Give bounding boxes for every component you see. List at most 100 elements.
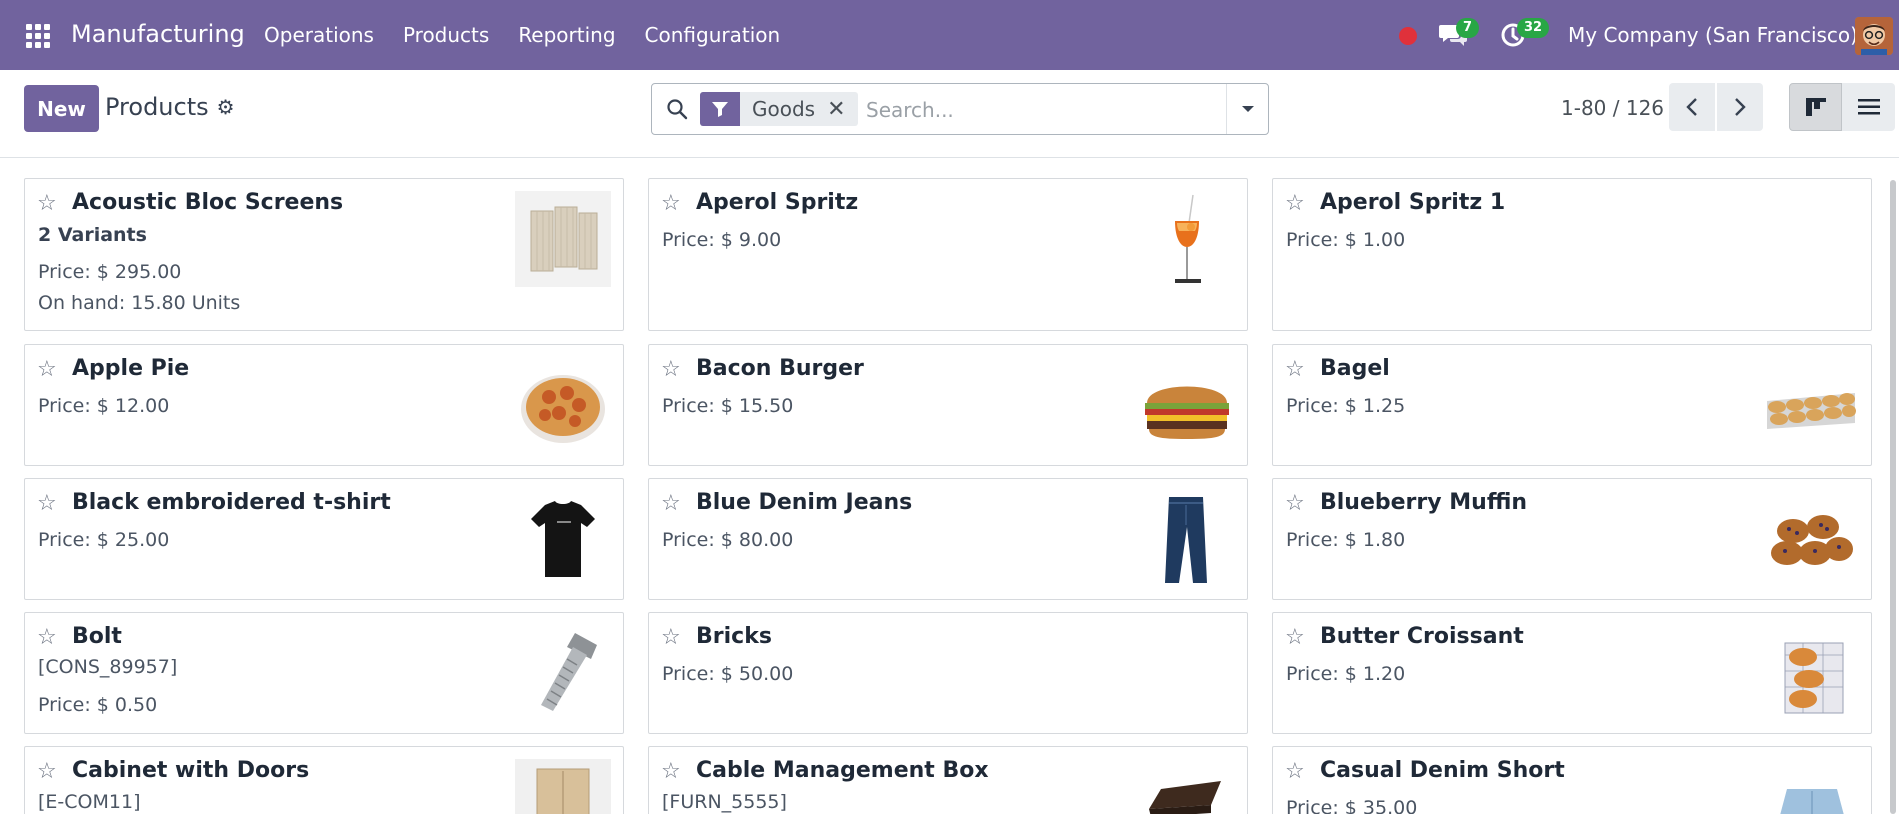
product-price: Price: $ 0.50 — [38, 694, 158, 716]
search-input[interactable] — [866, 94, 1226, 126]
bagel-tray-image — [1767, 393, 1856, 429]
product-card[interactable]: ☆ Acoustic Bloc Screens 2 Variants Price… — [24, 178, 624, 331]
search-options-toggle[interactable] — [1226, 84, 1268, 134]
product-card[interactable]: ☆ Bacon Burger Price: $ 15.50 — [648, 344, 1248, 466]
product-name: Aperol Spritz 1 — [1320, 190, 1506, 215]
menu-operations[interactable]: Operations — [264, 23, 374, 47]
acoustic-screen-image — [515, 191, 611, 287]
star-icon[interactable]: ☆ — [661, 491, 681, 516]
star-icon[interactable]: ☆ — [661, 625, 681, 650]
kanban-icon — [1805, 98, 1826, 116]
main-menu: Operations Products Reporting Configurat… — [264, 23, 809, 47]
menu-products[interactable]: Products — [403, 23, 489, 47]
gear-icon[interactable]: ⚙ — [217, 95, 235, 119]
filter-icon — [700, 92, 740, 126]
app-name[interactable]: Manufacturing — [71, 20, 245, 48]
product-variants: 2 Variants — [38, 224, 147, 246]
facet-label: Goods — [752, 97, 816, 121]
record-indicator-icon[interactable] — [1399, 27, 1417, 45]
product-name: Cabinet with Doors — [72, 758, 310, 783]
apple-pie-image — [521, 375, 605, 443]
product-card[interactable]: ☆ Aperol Spritz Price: $ 9.00 — [648, 178, 1248, 331]
chevron-left-icon — [1686, 98, 1697, 116]
list-icon — [1857, 99, 1880, 115]
remove-facet-icon[interactable]: ✕ — [827, 92, 857, 126]
star-icon[interactable]: ☆ — [1285, 625, 1305, 650]
page-title: Products — [105, 93, 209, 121]
muffin-image — [1771, 515, 1853, 565]
product-name: Bagel — [1320, 356, 1390, 381]
product-card[interactable]: ☆ Apple Pie Price: $ 12.00 — [24, 344, 624, 466]
star-icon[interactable]: ☆ — [1285, 491, 1305, 516]
pager-previous-button[interactable] — [1669, 83, 1715, 131]
star-icon[interactable]: ☆ — [661, 357, 681, 382]
user-avatar[interactable] — [1855, 17, 1893, 55]
product-price: Price: $ 9.00 — [662, 229, 782, 251]
product-name: Blueberry Muffin — [1320, 490, 1528, 515]
product-reference: [CONS_89957] — [38, 656, 178, 678]
bolt-image — [541, 633, 597, 711]
product-price: Price: $ 295.00 — [38, 261, 182, 283]
product-price: Price: $ 1.25 — [1286, 395, 1406, 417]
aperol-glass-image — [1175, 194, 1201, 283]
product-card[interactable]: ☆ Cabinet with Doors [E-COM11] — [24, 746, 624, 814]
pager-next-button[interactable] — [1717, 83, 1763, 131]
new-button[interactable]: New — [24, 85, 99, 132]
star-icon[interactable]: ☆ — [37, 357, 57, 382]
product-name: Blue Denim Jeans — [696, 490, 913, 515]
star-icon[interactable]: ☆ — [661, 191, 681, 216]
star-icon[interactable]: ☆ — [1285, 191, 1305, 216]
product-price: Price: $ 25.00 — [38, 529, 170, 551]
star-icon[interactable]: ☆ — [37, 491, 57, 516]
product-card[interactable]: ☆ Casual Denim Short Price: $ 35.00 — [1272, 746, 1872, 814]
chat-count-badge: 7 — [1456, 18, 1480, 38]
menu-reporting[interactable]: Reporting — [518, 23, 615, 47]
search-bar: Goods ✕ — [651, 83, 1269, 135]
product-price: Price: $ 35.00 — [1286, 797, 1418, 814]
product-card[interactable]: ☆ Blue Denim Jeans Price: $ 80.00 — [648, 478, 1248, 600]
star-icon[interactable]: ☆ — [1285, 759, 1305, 784]
star-icon[interactable]: ☆ — [661, 759, 681, 784]
list-view-button[interactable] — [1842, 83, 1895, 131]
denim-short-image — [1780, 789, 1844, 814]
product-card[interactable]: ☆ Bagel Price: $ 1.25 — [1272, 344, 1872, 466]
product-price: Price: $ 15.50 — [662, 395, 794, 417]
search-icon[interactable] — [666, 98, 688, 120]
product-card[interactable]: ☆ Bolt [CONS_89957] Price: $ 0.50 — [24, 612, 624, 734]
kanban-view-button[interactable] — [1789, 83, 1842, 131]
product-name: Bolt — [72, 624, 122, 649]
star-icon[interactable]: ☆ — [37, 191, 57, 216]
product-name: Bricks — [696, 624, 772, 649]
product-card[interactable]: ☆ Butter Croissant Price: $ 1.20 — [1272, 612, 1872, 734]
star-icon[interactable]: ☆ — [1285, 357, 1305, 382]
pager-value[interactable]: 1-80 / 126 — [1561, 96, 1664, 120]
menu-configuration[interactable]: Configuration — [645, 23, 781, 47]
product-price: Price: $ 12.00 — [38, 395, 170, 417]
product-onhand: On hand: 15.80 Units — [38, 292, 241, 314]
kanban-scrollbar[interactable] — [1890, 180, 1896, 814]
star-icon[interactable]: ☆ — [37, 759, 57, 784]
product-price: Price: $ 50.00 — [662, 663, 794, 685]
product-name: Bacon Burger — [696, 356, 864, 381]
product-card[interactable]: ☆ Cable Management Box [FURN_5555] — [648, 746, 1248, 814]
product-name: Butter Croissant — [1320, 624, 1524, 649]
product-price: Price: $ 1.00 — [1286, 229, 1406, 251]
product-card[interactable]: ☆ Bricks Price: $ 50.00 — [648, 612, 1248, 734]
product-card[interactable]: ☆ Blueberry Muffin Price: $ 1.80 — [1272, 478, 1872, 600]
product-reference: [FURN_5555] — [662, 791, 787, 813]
company-switcher[interactable]: My Company (San Francisco) — [1568, 23, 1858, 47]
star-icon[interactable]: ☆ — [37, 625, 57, 650]
breadcrumb: Products ⚙ — [105, 93, 235, 121]
caret-down-icon — [1241, 106, 1254, 112]
cable-box-image — [1149, 781, 1221, 814]
jeans-image — [1165, 497, 1207, 583]
product-card[interactable]: ☆ Black embroidered t-shirt Price: $ 25.… — [24, 478, 624, 600]
product-kanban: ☆ Acoustic Bloc Screens 2 Variants Price… — [0, 158, 1899, 814]
croissant-image — [1784, 642, 1844, 714]
product-reference: [E-COM11] — [38, 791, 141, 813]
apps-menu-icon[interactable] — [26, 24, 50, 48]
tshirt-image — [531, 501, 595, 577]
product-name: Acoustic Bloc Screens — [72, 190, 344, 215]
activity-count-badge: 32 — [1517, 18, 1550, 38]
product-card[interactable]: ☆ Aperol Spritz 1 Price: $ 1.00 — [1272, 178, 1872, 331]
